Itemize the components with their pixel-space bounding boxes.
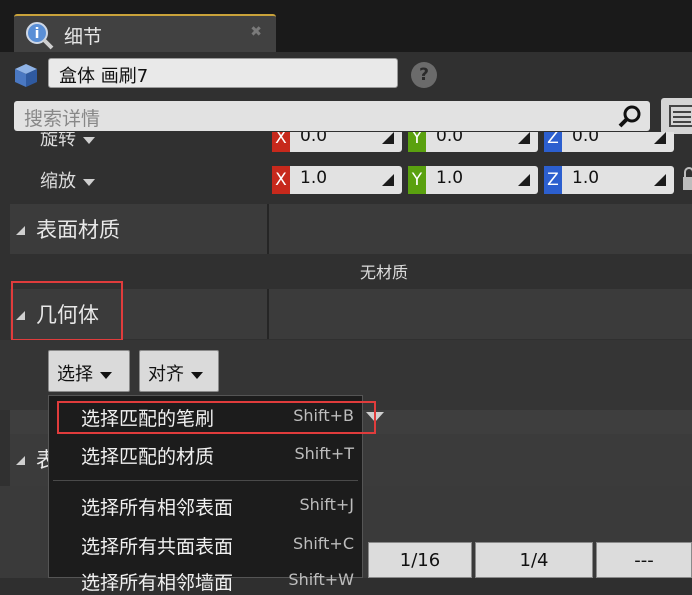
- scale-z-axis: Z: [544, 166, 562, 194]
- search-details-input[interactable]: 搜索详情: [14, 101, 650, 131]
- no-material-text: 无材质: [360, 263, 409, 282]
- view-options-button[interactable]: [661, 98, 692, 134]
- surface-material-header[interactable]: 表面材质: [10, 204, 692, 254]
- search-icon[interactable]: [618, 104, 642, 128]
- brush-cube-icon: [15, 64, 37, 87]
- collapse-triangle-icon: [16, 456, 25, 465]
- menu-shortcut: Shift+J: [299, 495, 355, 514]
- surface-material-title: 表面材质: [36, 218, 120, 242]
- rotation-y-axis: Y: [408, 132, 426, 152]
- scale-x-field[interactable]: 1.0: [290, 166, 402, 194]
- menu-item-select-coplanar-surfaces[interactable]: 选择所有共面表面: [81, 532, 233, 559]
- svg-text:i: i: [35, 26, 40, 42]
- rotation-z-field[interactable]: 0.0: [562, 132, 674, 152]
- section-divider: [267, 289, 269, 339]
- menu-item-select-adjacent-surfaces[interactable]: 选择所有相邻表面: [81, 493, 233, 520]
- geometry-highlight-box: [11, 281, 123, 341]
- rotation-label[interactable]: 旋转: [40, 132, 95, 151]
- section-divider: [267, 204, 269, 254]
- scale-x-axis: X: [272, 166, 290, 194]
- details-magnifier-icon: i: [26, 22, 54, 50]
- grid-button-1-16[interactable]: 1/16: [368, 542, 472, 578]
- rotation-y-field[interactable]: 0.0: [426, 132, 538, 152]
- select-dropdown-button[interactable]: 选择: [48, 350, 130, 392]
- actor-name-input[interactable]: 盒体 画刷7: [48, 58, 398, 88]
- rotation-z-axis: Z: [544, 132, 562, 152]
- close-icon[interactable]: ✖: [250, 24, 262, 40]
- collapse-triangle-icon: [16, 226, 25, 235]
- help-icon[interactable]: ?: [411, 62, 437, 88]
- menu-separator: [53, 480, 358, 481]
- grid-button-1-4[interactable]: 1/4: [475, 542, 593, 578]
- scale-z-field[interactable]: 1.0: [562, 166, 674, 194]
- lock-icon[interactable]: [682, 166, 692, 192]
- grid-button-more[interactable]: ---: [596, 542, 692, 578]
- rotation-x-axis: X: [272, 132, 290, 152]
- menu-item-select-matching-material[interactable]: 选择匹配的材质: [81, 442, 214, 469]
- menu-shortcut: Shift+C: [293, 534, 354, 553]
- menu-shortcut: Shift+T: [294, 444, 354, 463]
- menu-highlight-box: [57, 401, 376, 434]
- rotation-row: 旋转 X 0.0 Y 0.0 Z 0.0: [0, 132, 692, 154]
- tab-details[interactable]: i 细节 ✖: [14, 14, 276, 52]
- rotation-x-field[interactable]: 0.0: [290, 132, 402, 152]
- menu-item-select-adjacent-walls[interactable]: 选择所有相邻墙面: [81, 568, 233, 595]
- scale-y-axis: Y: [408, 166, 426, 194]
- menu-shortcut: Shift+W: [288, 570, 354, 589]
- list-view-icon: [669, 105, 692, 127]
- scale-y-field[interactable]: 1.0: [426, 166, 538, 194]
- tab-title: 细节: [64, 26, 103, 48]
- search-placeholder: 搜索详情: [24, 108, 101, 130]
- align-dropdown-button[interactable]: 对齐: [139, 350, 219, 392]
- scale-label[interactable]: 缩放: [40, 167, 95, 193]
